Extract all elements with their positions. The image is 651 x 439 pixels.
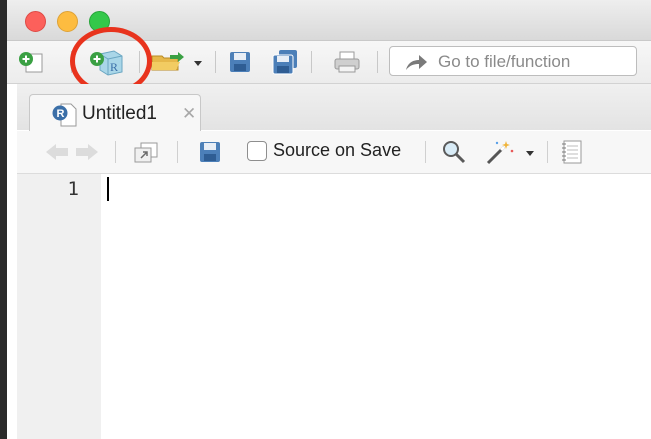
magnifier-icon <box>443 141 466 164</box>
go-to-arrow-icon <box>406 55 427 70</box>
save-icon <box>200 142 220 162</box>
svg-text:R: R <box>57 108 65 120</box>
save-icon <box>230 52 250 72</box>
folder-open-icon <box>151 52 202 71</box>
r-file-icon: R <box>52 103 77 127</box>
toolbar-separator <box>115 141 116 163</box>
save-button[interactable] <box>225 48 255 76</box>
minimize-window-button[interactable] <box>57 11 78 32</box>
save-current-document-button[interactable] <box>195 139 225 165</box>
close-tab-icon[interactable]: ✕ <box>182 104 196 124</box>
forward-button[interactable] <box>73 139 101 165</box>
toolbar-separator <box>425 141 426 163</box>
line-number-gutter: 1 <box>17 174 101 439</box>
print-icon <box>334 51 360 73</box>
arrow-right-icon <box>76 144 98 160</box>
rstudio-window: R Go to file/function R Untitled1 ✕ Sour… <box>7 0 651 439</box>
toolbar-separator <box>547 141 548 163</box>
arrow-left-icon <box>46 144 68 160</box>
code-editor[interactable] <box>101 174 651 439</box>
tab-label: Untitled1 <box>82 103 157 124</box>
close-window-button[interactable] <box>25 11 46 32</box>
new-file-button[interactable] <box>15 48 49 76</box>
show-in-new-window-button[interactable] <box>131 139 161 165</box>
toolbar-separator <box>215 51 216 73</box>
text-cursor <box>107 177 109 201</box>
notebook-icon <box>562 140 582 164</box>
go-to-file-function-input[interactable]: Go to file/function <box>389 46 637 76</box>
go-to-placeholder: Go to file/function <box>438 52 571 71</box>
editor-toolbar: Source on Save <box>17 131 651 174</box>
source-tab-strip: R Untitled1 ✕ <box>17 84 651 132</box>
magic-wand-icon <box>486 141 534 165</box>
toolbar-separator <box>311 51 312 73</box>
toolbar-separator <box>177 141 178 163</box>
line-number: 1 <box>67 178 79 200</box>
source-on-save-checkbox[interactable] <box>247 141 267 161</box>
back-button[interactable] <box>43 139 71 165</box>
find-replace-button[interactable] <box>439 139 469 165</box>
compile-report-button[interactable] <box>557 139 587 165</box>
source-on-save-label: Source on Save <box>273 140 402 160</box>
open-file-button[interactable] <box>147 48 207 76</box>
code-tools-button[interactable] <box>483 139 539 165</box>
background-edge <box>0 0 7 439</box>
print-button[interactable] <box>329 48 365 76</box>
save-all-icon <box>272 50 297 75</box>
plus-circle-icon <box>19 52 43 73</box>
popout-window-icon <box>134 142 158 163</box>
toolbar-separator <box>377 51 378 73</box>
save-all-button[interactable] <box>269 48 303 76</box>
tab-untitled1[interactable]: R Untitled1 ✕ <box>29 94 201 132</box>
